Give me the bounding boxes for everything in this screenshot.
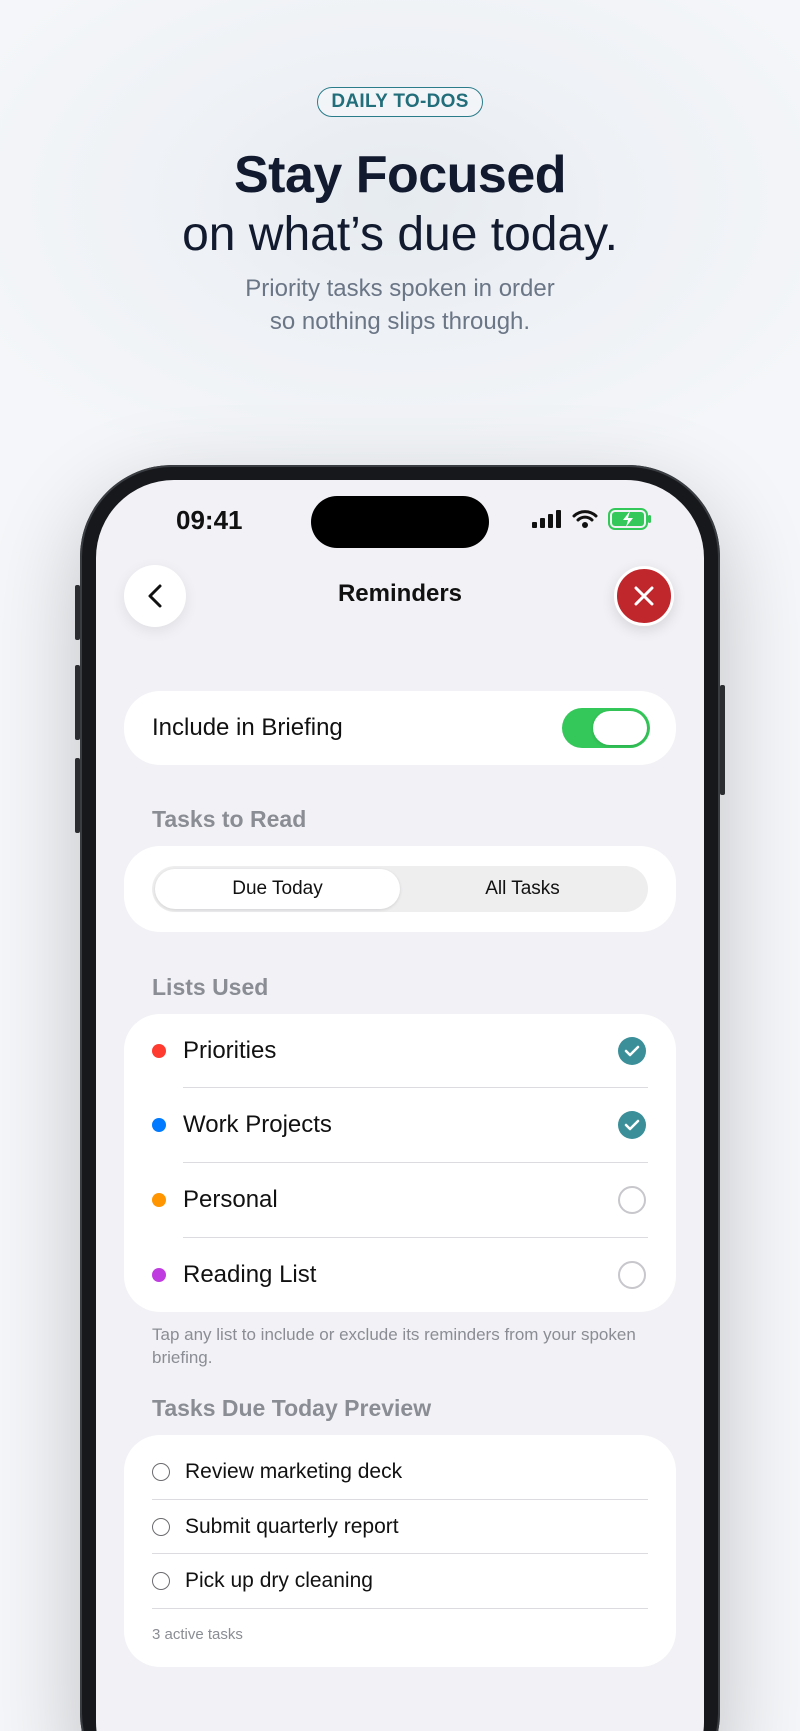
list-color-dot bbox=[152, 1118, 166, 1132]
checkmark-icon[interactable] bbox=[618, 1037, 646, 1065]
headline: Stay Focused bbox=[233, 146, 567, 204]
page-title: Reminders bbox=[337, 580, 463, 607]
task-row: Pick up dry cleaning bbox=[152, 1554, 648, 1608]
tasks-to-read-label: Tasks to Read bbox=[152, 806, 307, 832]
category-badge: DAILY TO-DOS bbox=[317, 87, 483, 117]
list-item-reading-list[interactable]: Reading List bbox=[124, 1238, 676, 1312]
lists-used-card: Priorities Work Projects Personal Readin… bbox=[124, 1014, 676, 1312]
task-title: Review marketing deck bbox=[185, 1460, 403, 1483]
dynamic-island bbox=[311, 496, 489, 548]
phone-volume-down-button bbox=[75, 758, 80, 833]
signal-icon bbox=[532, 510, 561, 528]
task-title: Submit quarterly report bbox=[185, 1515, 399, 1538]
empty-circle-icon[interactable] bbox=[618, 1261, 646, 1289]
task-row: Submit quarterly report bbox=[152, 1500, 648, 1554]
list-item-label: Reading List bbox=[183, 1261, 317, 1288]
lists-help-text: Tap any list to include or exclude its r… bbox=[152, 1325, 636, 1367]
status-icons bbox=[532, 508, 652, 530]
list-color-dot bbox=[152, 1193, 166, 1207]
briefing-toggle-card: Include in Briefing bbox=[124, 691, 676, 765]
close-icon bbox=[634, 586, 654, 606]
phone-volume-up-button bbox=[75, 665, 80, 740]
list-color-dot bbox=[152, 1044, 166, 1058]
tagline-line-2: so nothing slips through. bbox=[269, 308, 531, 335]
segment-all-tasks[interactable]: All Tasks bbox=[400, 869, 645, 909]
preview-section-label: Tasks Due Today Preview bbox=[152, 1395, 432, 1421]
toggle-knob bbox=[593, 711, 647, 745]
task-circle-icon bbox=[152, 1463, 170, 1481]
checkmark-icon[interactable] bbox=[618, 1111, 646, 1139]
battery-charging-icon bbox=[608, 508, 651, 530]
list-item-label: Work Projects bbox=[183, 1111, 332, 1138]
list-item-label: Priorities bbox=[183, 1037, 277, 1064]
task-title: Pick up dry cleaning bbox=[185, 1569, 373, 1592]
promo-page: DAILY TO-DOS Stay Focused on what’s due … bbox=[0, 0, 800, 1731]
task-row: Review marketing deck bbox=[152, 1445, 648, 1499]
tasks-to-read-card: Due Today All Tasks bbox=[124, 846, 676, 932]
status-time: 09:41 bbox=[176, 505, 243, 535]
empty-circle-icon[interactable] bbox=[618, 1186, 646, 1214]
active-task-count: 3 active tasks bbox=[152, 1626, 243, 1643]
wifi-icon bbox=[572, 510, 598, 528]
tagline: Priority tasks spoken in order so nothin… bbox=[0, 272, 800, 338]
list-color-dot bbox=[152, 1268, 166, 1282]
close-button[interactable] bbox=[614, 566, 674, 626]
tasks-segmented-control: Due Today All Tasks bbox=[152, 866, 648, 912]
task-circle-icon bbox=[152, 1518, 170, 1536]
list-item-label: Personal bbox=[183, 1186, 278, 1213]
preview-card: Review marketing deck Submit quarterly r… bbox=[124, 1435, 676, 1667]
tagline-line-1: Priority tasks spoken in order bbox=[245, 275, 555, 302]
list-item-work-projects[interactable]: Work Projects bbox=[124, 1088, 676, 1162]
task-circle-icon bbox=[152, 1572, 170, 1590]
phone-power-button bbox=[720, 685, 725, 795]
app-screen: 09:41 Reminders Include in Briefing Task… bbox=[96, 480, 704, 1731]
briefing-toggle-label: Include in Briefing bbox=[152, 714, 343, 741]
list-item-priorities[interactable]: Priorities bbox=[124, 1014, 676, 1088]
briefing-toggle[interactable] bbox=[562, 708, 650, 748]
task-divider bbox=[152, 1608, 648, 1609]
segment-due-today[interactable]: Due Today bbox=[155, 869, 400, 909]
phone-action-button bbox=[75, 585, 80, 640]
list-item-personal[interactable]: Personal bbox=[124, 1163, 676, 1237]
lists-used-label: Lists Used bbox=[152, 974, 269, 1000]
subheadline: on what’s due today. bbox=[182, 208, 618, 261]
